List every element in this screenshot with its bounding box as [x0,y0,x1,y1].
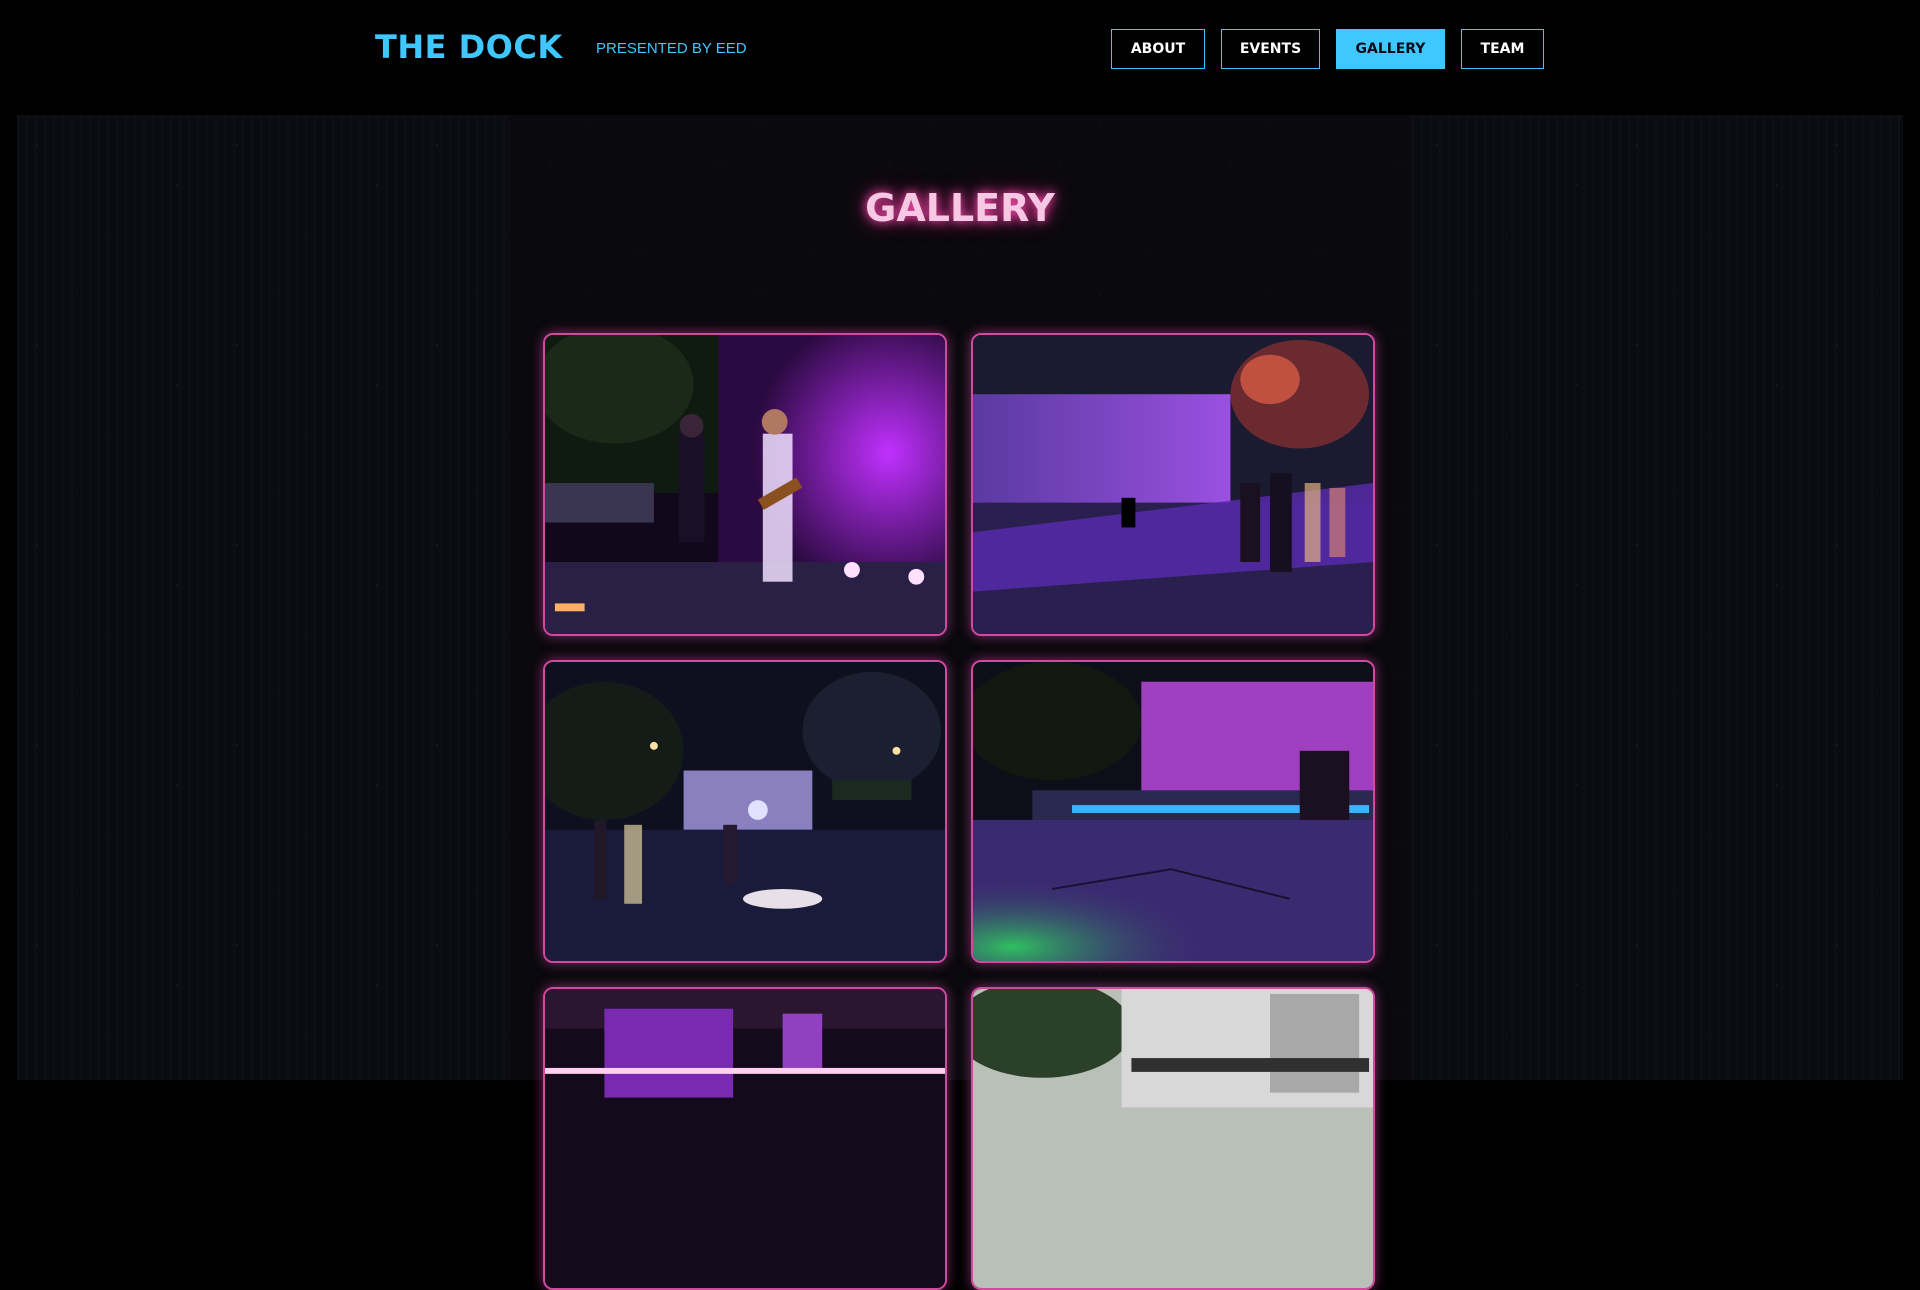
gallery-photo-wide-view[interactable] [543,660,947,963]
photo-stage-lights-image [545,989,945,1288]
photo-band-image [545,335,945,634]
nav-events-button[interactable]: EVENTS [1221,29,1320,69]
page-title: GALLERY [865,186,1055,230]
gallery-photo-stage-lights[interactable] [543,987,947,1290]
gallery-photo-band-performing[interactable] [543,333,947,636]
nav-team-button[interactable]: TEAM [1461,29,1544,69]
photo-crowd-image [973,335,1373,634]
site-header: THE DOCK PRESENTED BY EED ABOUT EVENTS G… [0,0,1920,114]
site-tagline: PRESENTED BY EED [596,40,747,57]
nav-gallery-button[interactable]: GALLERY [1336,29,1445,69]
gallery-photo-crowd[interactable] [971,333,1375,636]
nav-about-button[interactable]: ABOUT [1111,29,1205,69]
gallery-photo-empty-stage[interactable] [971,660,1375,963]
gallery-photo-daytime-stage[interactable] [971,987,1375,1290]
photo-daytime-stage-image [973,989,1373,1288]
site-logo[interactable]: THE DOCK [375,28,563,66]
photo-empty-stage-image [973,662,1373,961]
photo-wide-view-image [545,662,945,961]
